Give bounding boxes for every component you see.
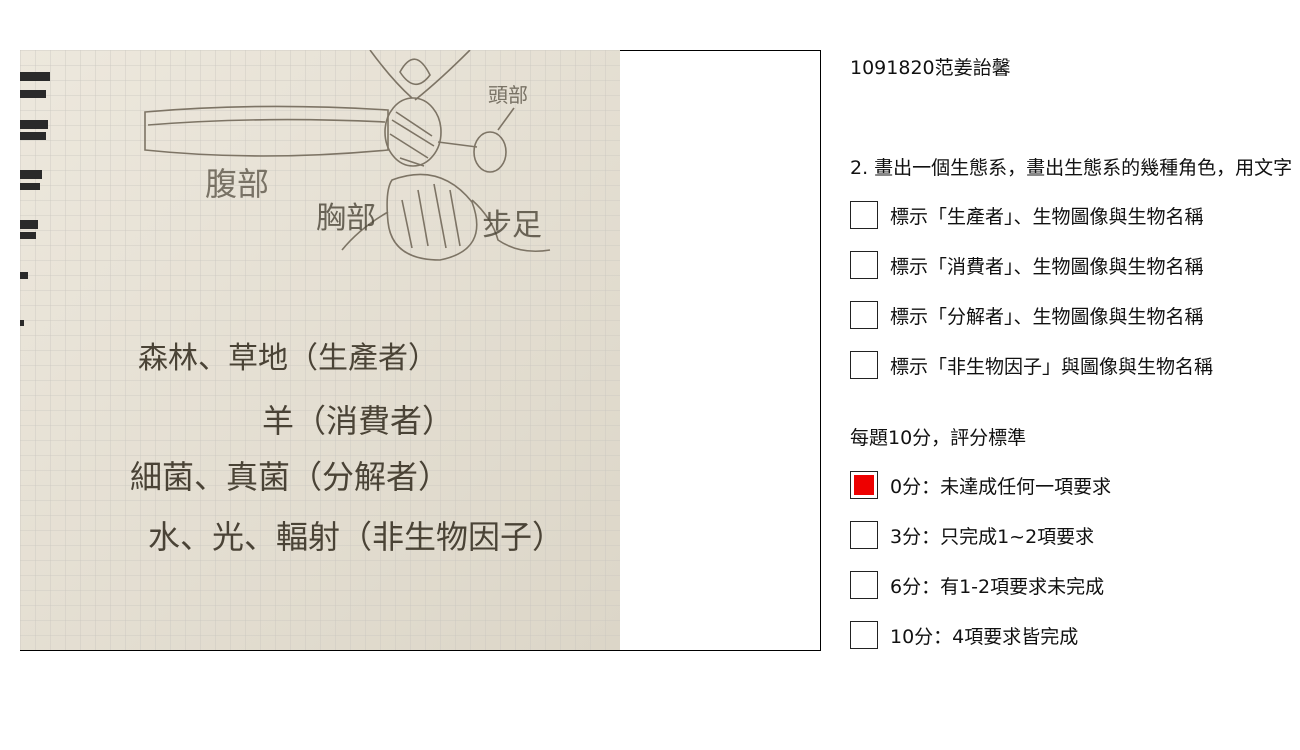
photo-consumer-line: 羊（消費者） [262, 402, 454, 440]
score-checkbox[interactable] [850, 521, 878, 549]
requirement-checkbox[interactable] [850, 301, 878, 329]
score-option-label: 0分：未達成任何一項要求 [890, 475, 1112, 498]
requirement-label: 標示「消費者」、生物圖像與生物名稱 [890, 255, 1204, 278]
score-option-3[interactable]: 3分：只完成1~2項要求 [850, 520, 1094, 550]
requirement-label: 標示「生產者」、生物圖像與生物名稱 [890, 205, 1204, 228]
photo-label-legs: 步足 [482, 208, 542, 243]
requirement-checkbox[interactable] [850, 351, 878, 379]
score-checkbox[interactable] [850, 571, 878, 599]
photo-producer-line: 森林、草地（生產者） [138, 341, 438, 376]
photo-label-abdomen: 腹部 [205, 165, 269, 203]
requirement-decomposer[interactable]: 標示「分解者」、生物圖像與生物名稱 [850, 300, 1204, 330]
requirement-producer[interactable]: 標示「生產者」、生物圖像與生物名稱 [850, 200, 1204, 230]
requirement-abiotic[interactable]: 標示「非生物因子」與圖像與生物名稱 [850, 350, 1213, 380]
score-option-10[interactable]: 10分：4項要求皆完成 [850, 620, 1078, 650]
question-text: 2. 畫出一個生態系，畫出生態系的幾種角色，用文字 [850, 157, 1293, 179]
requirement-checkbox[interactable] [850, 251, 878, 279]
score-option-0[interactable]: 0分：未達成任何一項要求 [850, 470, 1111, 500]
requirement-checkbox[interactable] [850, 201, 878, 229]
photo-abiotic-line: 水、光、輻射（非生物因子） [148, 518, 564, 556]
score-option-label: 6分：有1-2項要求未完成 [890, 575, 1105, 598]
photo-decomposer-line: 細菌、真菌（分解者） [130, 458, 450, 496]
photo-label-head: 頭部 [488, 83, 528, 107]
score-option-label: 3分：只完成1~2項要求 [890, 525, 1095, 548]
requirement-consumer[interactable]: 標示「消費者」、生物圖像與生物名稱 [850, 250, 1204, 280]
requirement-label: 標示「非生物因子」與圖像與生物名稱 [890, 355, 1214, 378]
requirement-label: 標示「分解者」、生物圖像與生物名稱 [890, 305, 1204, 328]
score-option-6[interactable]: 6分：有1-2項要求未完成 [850, 570, 1104, 600]
notebook-page-drawing: 腹部 頭部 胸部 步足 森林、草地（生產者） 羊（消費者） 細菌、真菌（分解者）… [20, 50, 620, 650]
score-checkbox-checked[interactable] [850, 471, 878, 499]
scoring-title: 每題10分，評分標準 [850, 427, 1027, 449]
grading-panel: 1091820范姜詒馨 2. 畫出一個生態系，畫出生態系的幾種角色，用文字 標示… [850, 0, 1300, 750]
checked-mark [854, 475, 874, 495]
photo-label-chest: 胸部 [316, 201, 376, 236]
student-id: 1091820范姜詒馨 [850, 57, 1011, 79]
score-option-label: 10分：4項要求皆完成 [890, 625, 1079, 648]
student-drawing-photo: 腹部 頭部 胸部 步足 森林、草地（生產者） 羊（消費者） 細菌、真菌（分解者）… [20, 50, 620, 650]
score-checkbox[interactable] [850, 621, 878, 649]
